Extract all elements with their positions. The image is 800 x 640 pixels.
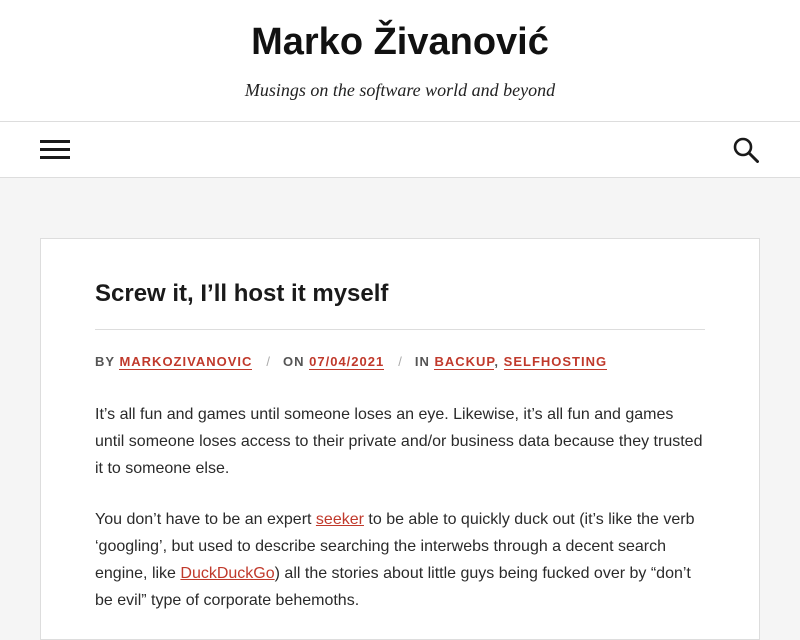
category-link-selfhosting[interactable]: SELFHOSTING xyxy=(503,354,608,370)
author-link[interactable]: MARKOZIVANOVIC xyxy=(119,354,253,370)
post-paragraph: It’s all fun and games until someone los… xyxy=(95,406,703,477)
site-tagline: Musings on the software world and beyond xyxy=(244,80,556,100)
paragraph-text: You don’t have to be an expert xyxy=(95,511,316,528)
post-paragraph: You don’t have to be an expert seeker to… xyxy=(95,506,707,614)
post-card: Screw it, I’ll host it myself BY MARKOZI… xyxy=(40,238,760,640)
menu-icon-bar xyxy=(40,140,70,143)
navigation-bar xyxy=(0,122,800,178)
seeker-link[interactable]: seeker xyxy=(316,511,364,528)
menu-icon-bar xyxy=(40,148,70,151)
date-link[interactable]: 07/04/2021 xyxy=(309,354,385,370)
duckduckgo-link[interactable]: DuckDuckGo xyxy=(180,565,274,582)
meta-separator: / xyxy=(398,354,403,369)
search-icon[interactable] xyxy=(733,137,759,163)
on-label: ON xyxy=(283,354,305,369)
post-title[interactable]: Screw it, I’ll host it myself xyxy=(95,279,705,309)
search-icon-graphic xyxy=(733,137,759,163)
in-label: IN xyxy=(414,354,430,369)
site-title[interactable]: Marko Živanović xyxy=(0,19,800,65)
by-label: BY xyxy=(95,354,115,369)
hamburger-menu-icon[interactable] xyxy=(40,139,70,161)
post-meta: BY MARKOZIVANOVIC / ON 07/04/2021 / IN BACKU… xyxy=(95,353,705,371)
post-content: It’s all fun and games until someone los… xyxy=(95,401,707,638)
category-separator: , xyxy=(494,354,500,369)
category-link-backup[interactable]: BACKUP xyxy=(434,354,495,370)
site-header: Marko Živanović Musings on the software … xyxy=(0,0,800,122)
menu-icon-bar xyxy=(40,156,70,159)
title-divider xyxy=(95,329,705,330)
meta-separator: / xyxy=(266,354,272,369)
